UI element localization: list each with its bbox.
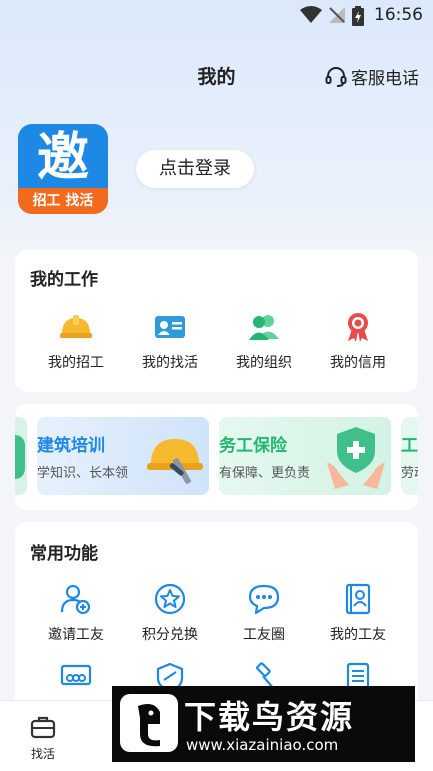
status-time: 16:56 [374,5,423,25]
points-exchange-label: 积分兑换 [142,627,198,643]
customer-service-button[interactable]: 客服电话 [325,64,419,89]
group-icon [249,315,279,340]
profile-section: 邀 招工 找活 点击登录 [18,124,418,216]
signal-icon [329,7,345,23]
my-workers-label: 我的工友 [330,627,386,643]
worker-circle-label: 工友圈 [243,627,285,643]
my-credit-item[interactable]: 我的信用 [311,310,405,372]
banner-carousel: 建筑培训 学知识、长本领 务工保险 有保障、更负责 工 劳动 [15,404,418,510]
my-job-search-item[interactable]: 我的找活 [123,310,217,372]
invite-workers-item[interactable]: 邀请工友 [29,582,123,644]
my-recruit-item[interactable]: 我的招工 [29,310,123,372]
briefcase-icon [30,716,56,739]
page-header: 我的 客服电话 [0,58,433,94]
helmet-tools-icon [147,439,203,484]
app-logo: 邀 招工 找活 [18,124,108,214]
banner-work-insurance-title: 务工保险 [219,436,287,456]
watermark-overlay: 下载鸟资源 www.xiazainiao.com [112,686,415,762]
watermark-url: www.xiazainiao.com [186,736,339,754]
wifi-icon [300,6,322,23]
customer-service-label: 客服电话 [351,69,419,89]
banner-construction-training-subtitle: 学知识、长本领 [37,466,129,481]
nav-find-work[interactable]: 找活 [22,715,64,762]
invite-workers-label: 邀请工友 [48,627,104,643]
watermark-title: 下载鸟资源 [184,698,355,736]
points-exchange-item[interactable]: 积分兑换 [123,582,217,644]
invite-user-icon [60,584,91,615]
common-functions-title: 常用功能 [30,544,98,564]
my-workers-item[interactable]: 我的工友 [311,582,405,644]
bird-logo-icon [120,694,178,752]
banner-partial-right[interactable]: 工 劳动 [401,417,418,495]
my-credit-label: 我的信用 [330,355,386,371]
my-work-card: 我的工作 我的招工 我的找活 我的组织 我的信用 [15,250,418,392]
banner-partial-right-subtitle: 劳动 [401,466,418,481]
my-recruit-label: 我的招工 [48,355,104,371]
worker-circle-item[interactable]: 工友圈 [217,582,311,644]
hardhat-icon [60,315,92,338]
app-logo-glyph: 邀 [36,128,89,188]
my-organization-label: 我的组织 [236,355,292,371]
projector-icon [60,664,92,686]
banner-partial-right-title: 工 [401,436,418,456]
my-job-search-label: 我的找活 [142,355,198,371]
chat-icon [248,584,280,615]
contact-book-icon [345,583,371,615]
my-work-title: 我的工作 [30,270,98,290]
my-organization-item[interactable]: 我的组织 [217,310,311,372]
banner-partial-left[interactable] [15,417,27,495]
id-card-icon [155,316,185,338]
nav-find-work-label: 找活 [30,747,55,761]
common-row2-item-1[interactable] [29,660,123,694]
banner-work-insurance[interactable]: 务工保险 有保障、更负责 [219,417,391,495]
battery-icon [352,6,364,26]
banner-construction-training[interactable]: 建筑培训 学知识、长本领 [37,417,209,495]
status-bar: 16:56 [0,0,433,30]
shield-hands-icon [327,427,385,489]
star-icon [154,583,186,615]
login-button[interactable]: 点击登录 [136,150,254,188]
app-logo-band: 招工 找活 [18,188,108,214]
banner-construction-training-title: 建筑培训 [37,436,105,456]
medal-icon [348,313,368,342]
banner-work-insurance-subtitle: 有保障、更负责 [219,466,311,481]
headset-icon [325,66,347,87]
